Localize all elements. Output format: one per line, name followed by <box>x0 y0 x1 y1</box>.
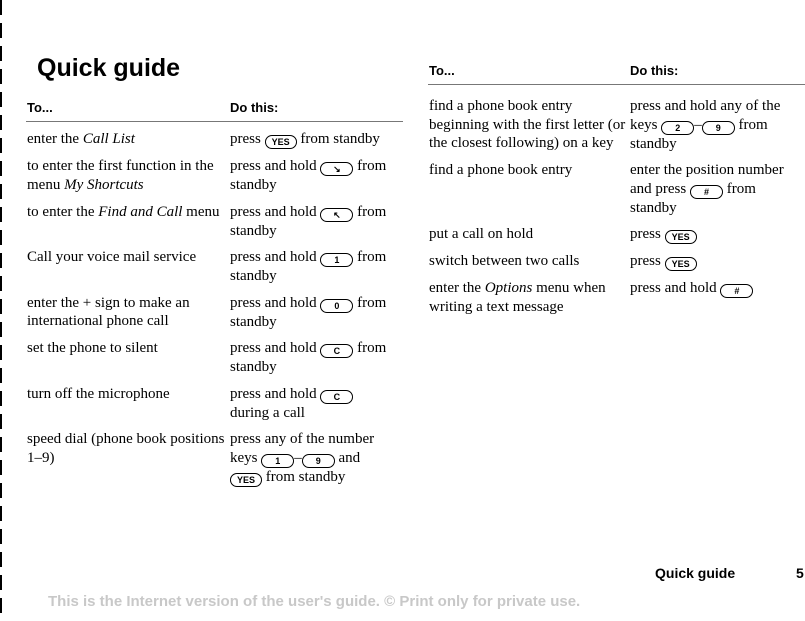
hash-key-icon: # <box>720 284 754 298</box>
quick-guide-table-left: To... Do this: enter the Call List press… <box>26 100 403 487</box>
yes-key-icon: YES <box>664 230 697 244</box>
key-0-icon: 0 <box>320 298 354 313</box>
table-row: enter the Options menu when writing a te… <box>428 279 805 316</box>
key-1-icon: 1 <box>261 453 295 468</box>
table-row: enter the + sign to make an internationa… <box>27 294 387 330</box>
table-row: to enter the Find and Call menu press an… <box>27 203 387 239</box>
yes-key-icon: YES <box>264 135 297 149</box>
table-row: set the phone to silent press and hold C… <box>27 340 387 375</box>
table-row: switch between two calls press YES <box>428 252 805 271</box>
key-9-icon: 9 <box>301 453 335 468</box>
key-2-icon: 2 <box>661 120 695 135</box>
navigation-up-key-icon: ↖ <box>320 207 354 222</box>
header-to: To... <box>27 100 53 115</box>
key-1-icon: 1 <box>320 253 354 267</box>
quick-guide-table-right: To... Do this: find a phone book entry b… <box>428 63 805 316</box>
page-title: Quick guide <box>37 54 181 82</box>
table-header: To... Do this: <box>428 63 805 85</box>
table-row: Call your voice mail service press and h… <box>27 249 387 284</box>
table-row: find a phone book entry enter the positi… <box>429 162 784 216</box>
navigation-down-key-icon: ↘ <box>320 162 354 176</box>
table-row: to enter the first function in the menu … <box>27 158 387 193</box>
yes-key-icon: YES <box>664 257 697 271</box>
margin-dashed-rule <box>0 0 2 621</box>
table-row: enter the Call List press YES from stand… <box>27 131 380 149</box>
key-c-icon: C <box>320 344 354 358</box>
table-row: turn off the microphone press and hold C… <box>26 385 403 423</box>
key-c-icon: C <box>320 389 354 404</box>
yes-key-icon: YES <box>230 472 262 487</box>
header-do-this: Do this: <box>230 100 279 115</box>
table-row: put a call on hold press YES <box>428 225 805 244</box>
header-to: To... <box>429 63 455 78</box>
table-row: speed dial (phone book positions 1–9) pr… <box>27 431 375 487</box>
watermark-notice: This is the Internet version of the user… <box>48 593 581 610</box>
hash-key-icon: # <box>690 184 723 199</box>
table-row: find a phone book entry beginning with t… <box>429 98 781 152</box>
page-number: 5 <box>796 565 804 581</box>
table-header: To... Do this: <box>26 100 403 122</box>
footer-section-title: Quick guide <box>655 565 736 581</box>
header-do-this: Do this: <box>630 63 679 78</box>
key-9-icon: 9 <box>701 120 735 135</box>
